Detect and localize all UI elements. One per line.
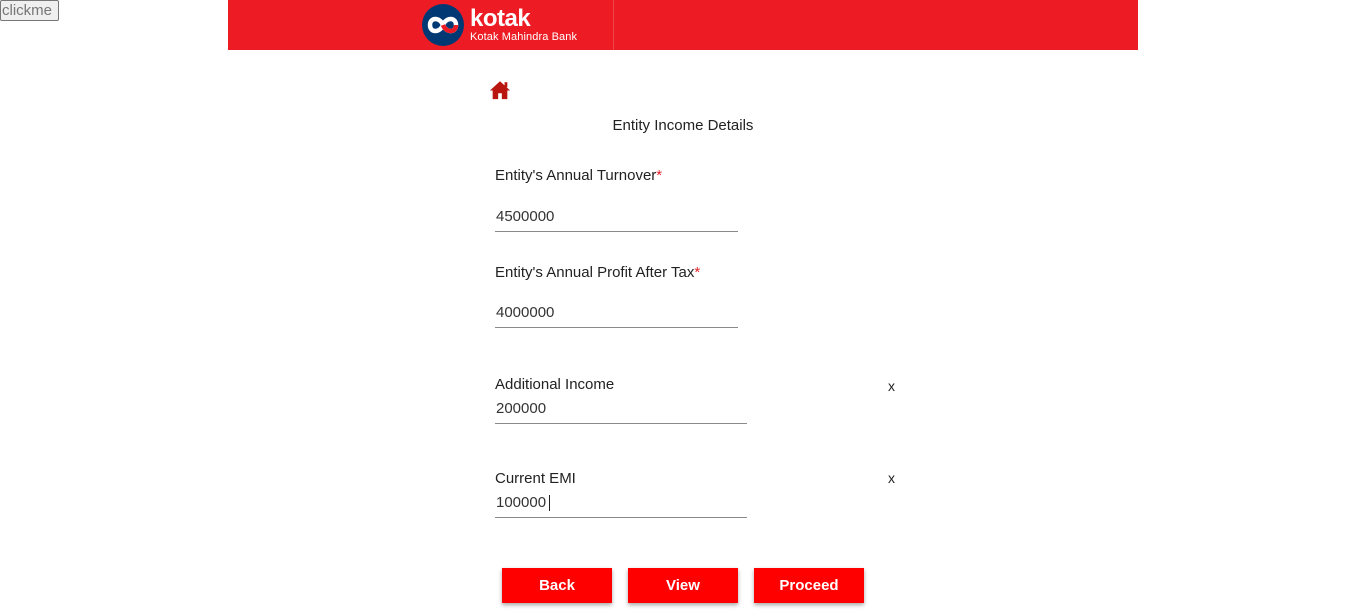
header-bar: kotak Kotak Mahindra Bank (228, 0, 1138, 50)
required-asterisk: * (656, 167, 663, 184)
header-divider (613, 0, 614, 50)
current-emi-input[interactable] (495, 492, 747, 518)
profit-input[interactable] (495, 302, 738, 328)
current-emi-label: Current EMI (495, 470, 576, 487)
brand-name: kotak (470, 4, 531, 32)
turnover-input[interactable] (495, 206, 738, 232)
home-icon[interactable] (489, 79, 511, 101)
back-button[interactable]: Back (502, 568, 612, 603)
clickme-button[interactable]: clickme (0, 0, 59, 21)
proceed-button[interactable]: Proceed (754, 568, 864, 603)
profit-label-text: Entity's Annual Profit After Tax (495, 264, 695, 281)
turnover-label-text: Entity's Annual Turnover (495, 167, 657, 184)
kotak-logo-icon (422, 4, 464, 46)
remove-current-emi-button[interactable]: x (888, 470, 895, 486)
page-title: Entity Income Details (612, 117, 754, 134)
kotak-logo[interactable]: kotak Kotak Mahindra Bank (420, 3, 577, 47)
view-button[interactable]: View (628, 568, 738, 603)
brand-subtitle: Kotak Mahindra Bank (470, 30, 578, 43)
additional-income-input[interactable] (495, 398, 747, 424)
profit-label: Entity's Annual Profit After Tax* (495, 264, 700, 281)
remove-additional-income-button[interactable]: x (888, 378, 895, 394)
turnover-label: Entity's Annual Turnover* (495, 167, 662, 184)
additional-income-label: Additional Income (495, 376, 615, 393)
logo-text: kotak Kotak Mahindra Bank (470, 4, 578, 44)
required-asterisk: * (694, 264, 701, 281)
text-caret (549, 495, 550, 511)
